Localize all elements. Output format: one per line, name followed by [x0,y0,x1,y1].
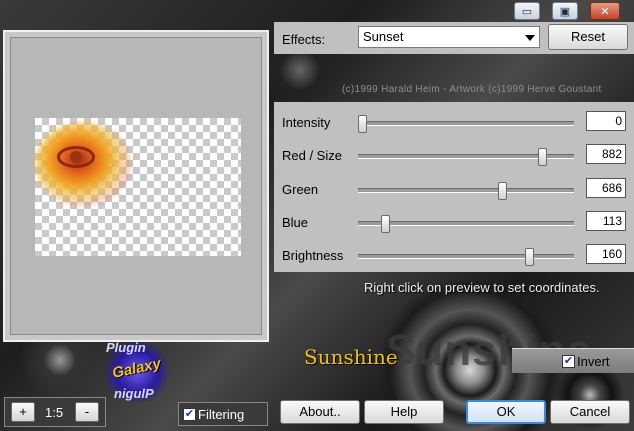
filter-name-title: Sunshine [304,345,398,369]
filtering-option[interactable]: ✔ Filtering [178,402,268,426]
slider-label: Green [282,182,319,197]
maximize-button[interactable]: ▣ [552,2,578,20]
slider-value-field[interactable]: 686 [586,178,626,198]
effects-label: Effects: [282,32,326,47]
invert-checkbox[interactable]: ✔ [562,355,575,368]
preview-frame[interactable] [3,30,269,342]
slider-value-field[interactable]: 0 [586,111,626,131]
slider-track[interactable] [358,148,574,166]
slider-value-field[interactable]: 882 [586,144,626,164]
slider-label: Blue [282,215,309,230]
slider-value-field[interactable]: 113 [586,211,626,231]
copyright-text: (c)1999 Harald Heim - Artwork (c)1999 He… [342,84,602,95]
ok-button[interactable]: OK [466,400,546,424]
effects-selected-value: Sunset [363,29,404,44]
effects-dropdown[interactable]: Sunset [358,26,540,48]
zoom-in-button[interactable]: + [11,402,35,422]
minimize-button[interactable]: ▭ [514,2,540,20]
chevron-down-icon[interactable] [525,35,535,41]
slider-thumb[interactable] [381,215,390,233]
zoom-out-button[interactable]: - [75,402,99,422]
logo-plugin-text: Plugin [106,340,146,355]
transparency-checkerboard[interactable] [35,118,241,256]
slider-thumb[interactable] [538,148,547,166]
invert-label: Invert [577,354,610,369]
slider-thumb[interactable] [498,182,507,200]
cancel-button[interactable]: Cancel [550,400,630,424]
slider-label: Red / Size [282,148,342,163]
slider-track[interactable] [358,182,574,200]
about-button[interactable]: About.. [280,400,360,424]
sun-eye-graphic [57,146,95,168]
slider-track[interactable] [358,215,574,233]
logo-plugin-mirror-text: nigulP [114,386,154,401]
reset-button[interactable]: Reset [548,24,628,50]
filtering-label: Filtering [198,407,245,422]
slider-track[interactable] [358,248,574,266]
help-button[interactable]: Help [364,400,444,424]
slider-label: Brightness [282,248,344,263]
zoom-control: + 1:5 - [4,397,106,427]
filtering-checkbox[interactable]: ✔ [183,408,196,421]
preview-area[interactable] [10,37,262,335]
invert-option[interactable]: ✔ Invert [512,348,634,373]
slider-thumb[interactable] [358,115,367,133]
zoom-level: 1:5 [45,405,64,420]
slider-thumb[interactable] [525,248,534,266]
slider-track[interactable] [358,115,574,133]
coordinates-hint: Right click on preview to set coordinate… [364,280,600,295]
close-button[interactable]: ✕ [590,2,620,20]
slider-value-field[interactable]: 160 [586,244,626,264]
slider-label: Intensity [282,115,331,130]
